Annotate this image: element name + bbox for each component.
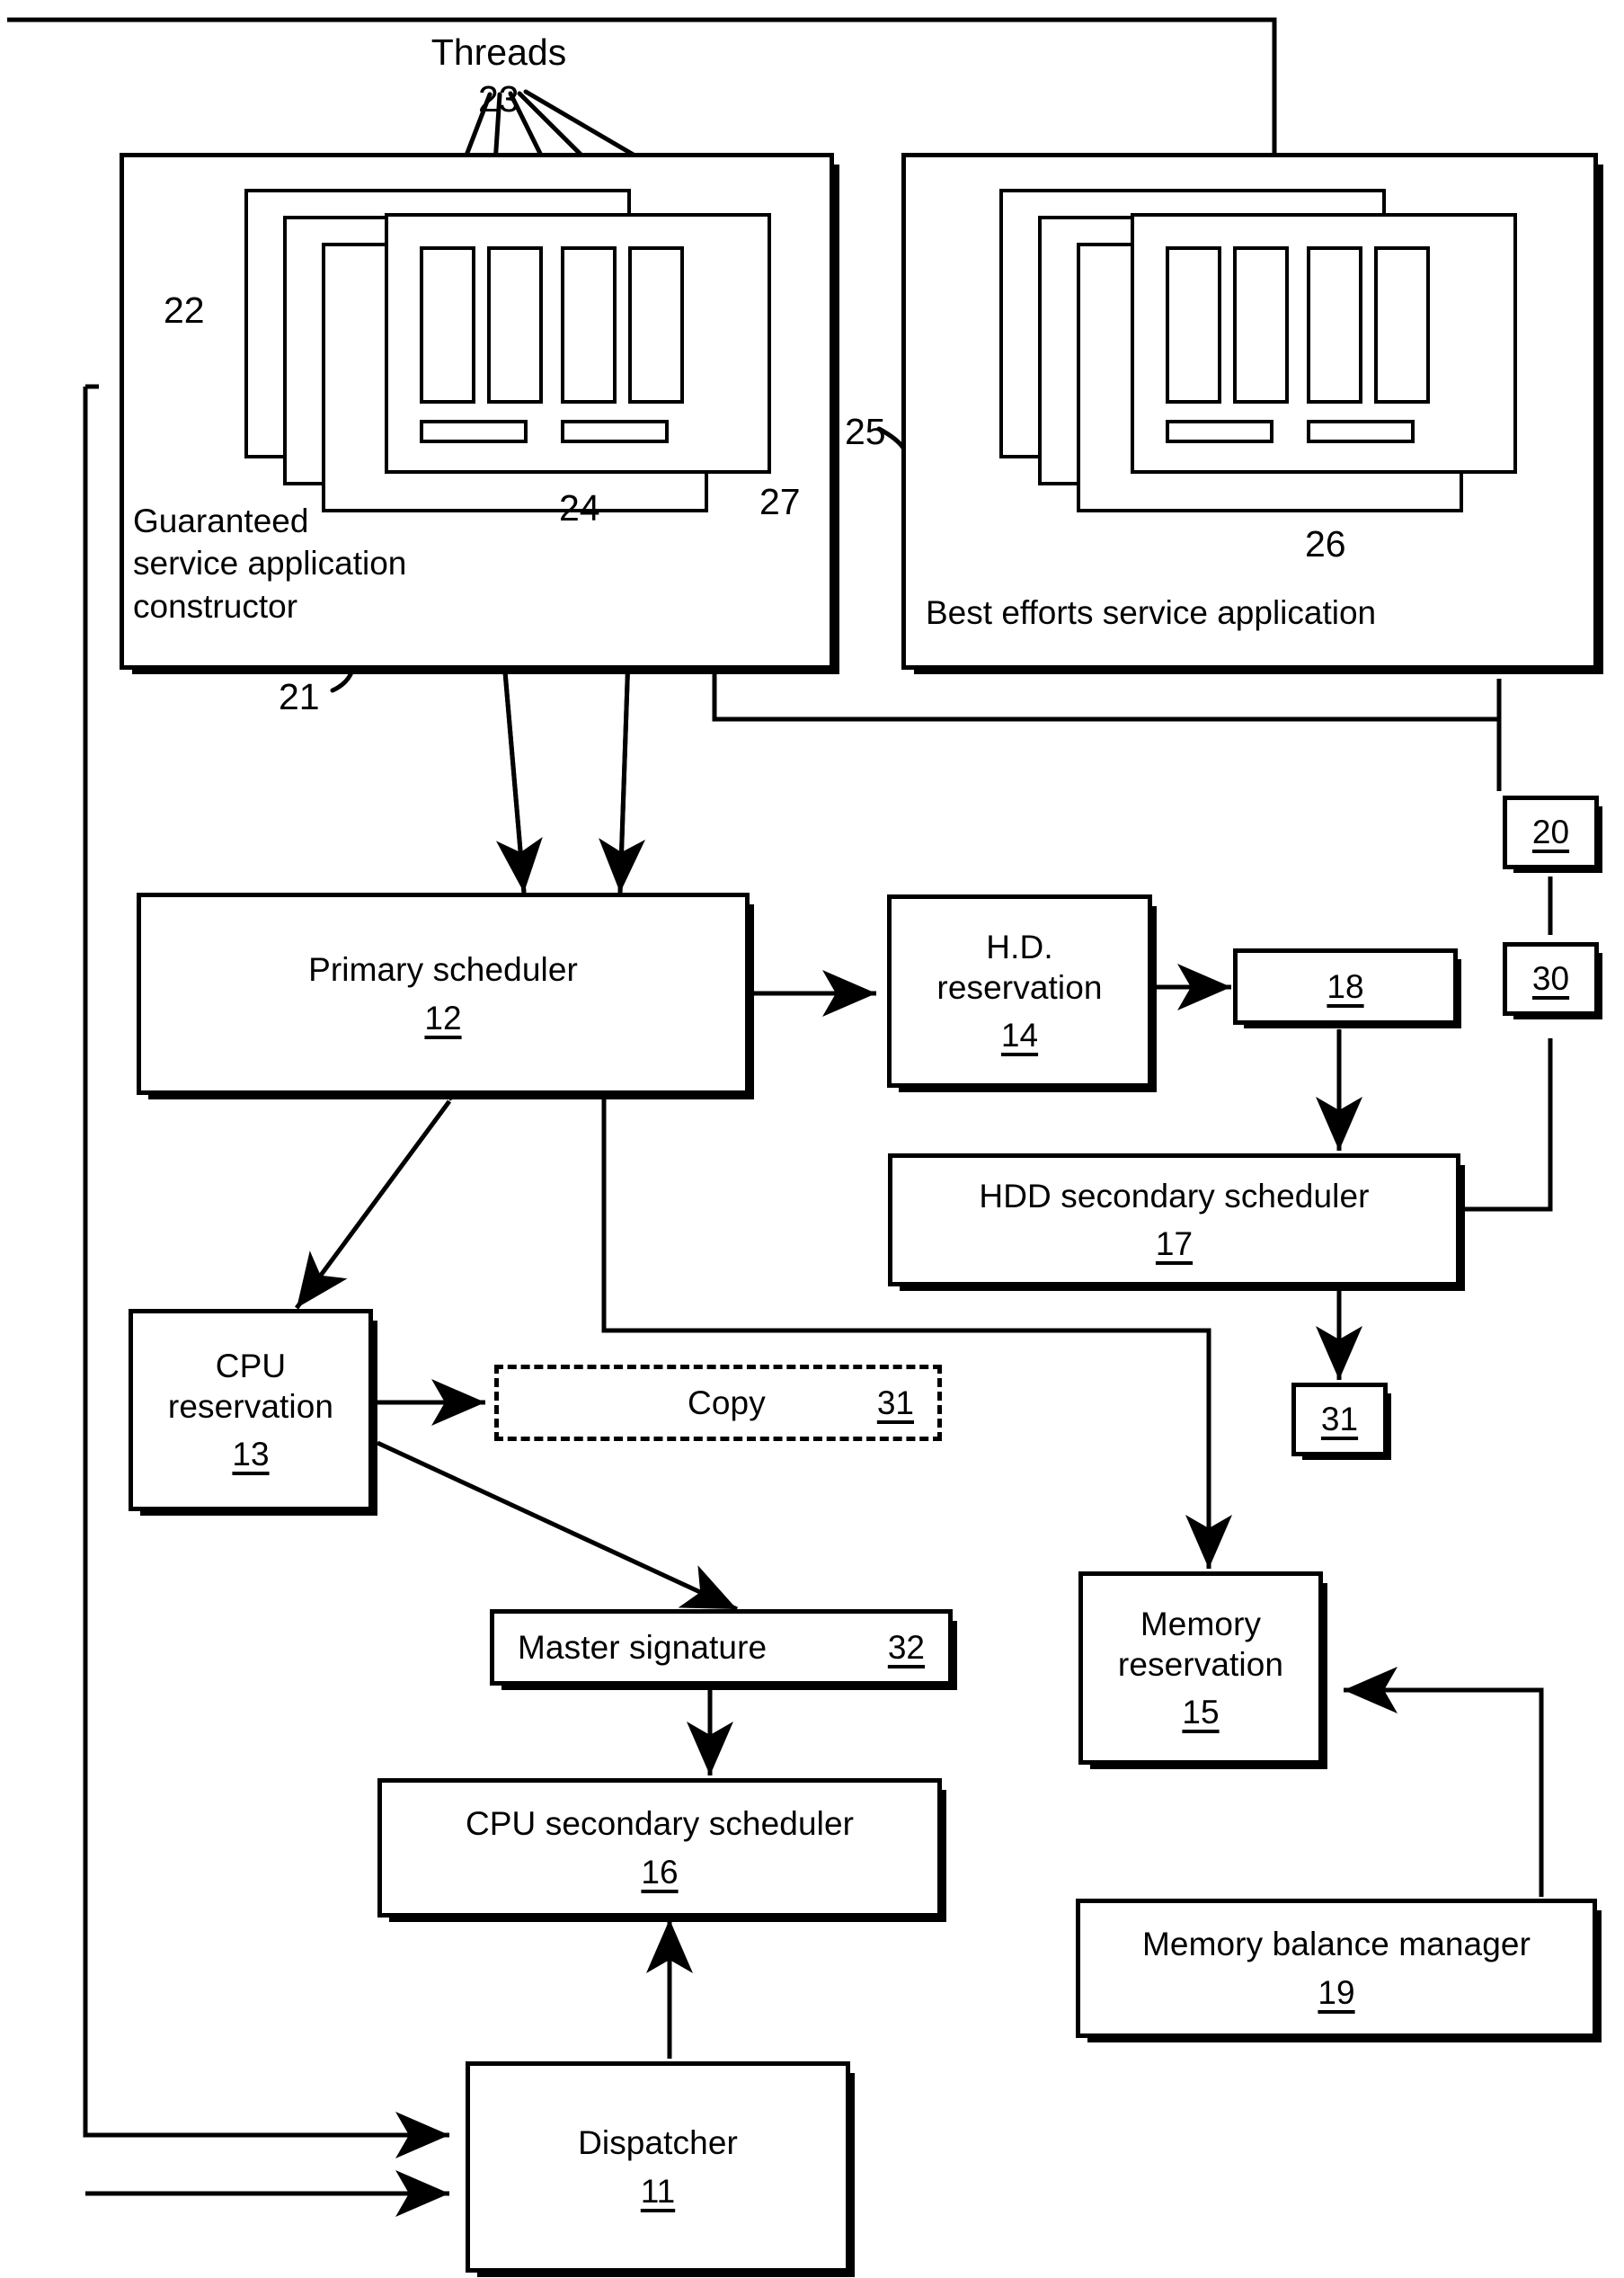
node-20[interactable]: 20 — [1503, 796, 1599, 869]
gsa-app-card-1 — [385, 213, 771, 474]
best-efforts-label-text: Best efforts service application — [926, 594, 1377, 631]
gsa-label-line1: Guaranteed — [133, 503, 309, 539]
bes-app-card-1 — [1131, 213, 1517, 474]
hd-reservation-ref: 14 — [1000, 1017, 1039, 1054]
bes-thread-column — [1374, 246, 1430, 404]
node-cpu-reservation[interactable]: CPU reservation 13 — [129, 1309, 373, 1511]
copy-ref: 31 — [876, 1384, 914, 1421]
best-efforts-label: Best efforts service application — [926, 592, 1555, 634]
ref-24: 24 — [559, 490, 600, 527]
cpu-reservation-title-line1: CPU — [215, 1347, 287, 1384]
ref-27: 27 — [759, 484, 801, 521]
node-18[interactable]: 18 — [1233, 948, 1458, 1025]
bes-thread-column — [1233, 246, 1289, 404]
dispatcher-title: Dispatcher — [578, 2124, 738, 2162]
primary-scheduler-ref: 12 — [424, 999, 462, 1037]
node-18-ref: 18 — [1327, 967, 1364, 1005]
node-31-right[interactable]: 31 — [1291, 1383, 1388, 1456]
hdd-secondary-scheduler-title: HDD secondary scheduler — [979, 1177, 1370, 1215]
node-hdd-secondary-scheduler[interactable]: HDD secondary scheduler 17 — [888, 1153, 1460, 1286]
copy-title: Copy — [688, 1384, 766, 1421]
node-master-signature[interactable]: Master signature 32 — [490, 1609, 953, 1686]
ref-27-text: 27 — [759, 481, 801, 522]
ref-21: 21 — [279, 679, 320, 716]
node-memory-reservation[interactable]: Memory reservation 15 — [1078, 1571, 1323, 1765]
memory-reservation-title-line1: Memory — [1140, 1605, 1262, 1642]
cpu-reservation-title-line2: reservation — [167, 1387, 334, 1425]
memory-balance-manager-title: Memory balance manager — [1141, 1926, 1531, 1963]
patent-figure: Guaranteed service application constructor… — [0, 0, 1624, 2278]
dispatcher-ref: 11 — [640, 2172, 676, 2210]
gsa-status-bar — [561, 420, 669, 443]
gsa-thread-column — [561, 246, 617, 404]
ref-21-text: 21 — [279, 676, 320, 717]
hd-reservation-title-line1: H.D. — [986, 928, 1053, 965]
node-dispatcher[interactable]: Dispatcher 11 — [466, 2061, 850, 2273]
memory-reservation-title-line2: reservation — [1117, 1645, 1284, 1683]
memory-reservation-ref: 15 — [1182, 1694, 1220, 1731]
gsa-thread-column — [420, 246, 475, 404]
bes-status-bar — [1307, 420, 1415, 443]
ref-26-text: 26 — [1305, 523, 1346, 565]
ref-22-text: 22 — [164, 289, 205, 331]
primary-scheduler-title: Primary scheduler — [308, 951, 578, 989]
gsa-label-line2: service application — [133, 545, 407, 583]
gsa-label-line3: constructor — [133, 587, 298, 625]
memory-balance-manager-ref: 19 — [1318, 1973, 1355, 2011]
gsa-status-bar — [420, 420, 528, 443]
node-30-ref: 30 — [1531, 960, 1570, 998]
master-signature-ref: 32 — [887, 1628, 925, 1666]
hdd-secondary-scheduler-ref: 17 — [1155, 1225, 1194, 1262]
node-primary-scheduler[interactable]: Primary scheduler 12 — [137, 893, 750, 1095]
ref-23-text: 23 — [478, 78, 519, 120]
node-20-ref: 20 — [1531, 814, 1570, 851]
node-copy[interactable]: Copy 31 — [494, 1365, 942, 1441]
gsa-thread-column — [487, 246, 543, 404]
node-30[interactable]: 30 — [1503, 942, 1599, 1016]
ref-25-text: 25 — [845, 411, 886, 452]
bes-status-bar — [1166, 420, 1273, 443]
threads-label: Threads — [395, 31, 602, 74]
cpu-secondary-scheduler-title: CPU secondary scheduler — [465, 1805, 855, 1843]
ref-22: 22 — [164, 292, 205, 329]
cpu-secondary-scheduler-ref: 16 — [641, 1853, 679, 1891]
threads-text: Threads — [430, 31, 567, 73]
ref-24-text: 24 — [559, 487, 600, 529]
hd-reservation-title-line2: reservation — [936, 968, 1103, 1006]
master-signature-title: Master signature — [518, 1628, 768, 1666]
node-memory-balance-manager[interactable]: Memory balance manager 19 — [1076, 1899, 1597, 2038]
node-hd-reservation[interactable]: H.D. reservation 14 — [887, 894, 1152, 1088]
ref-26: 26 — [1305, 526, 1346, 563]
bes-thread-column — [1307, 246, 1362, 404]
node-cpu-secondary-scheduler[interactable]: CPU secondary scheduler 16 — [377, 1778, 942, 1918]
ref-25: 25 — [845, 414, 886, 450]
cpu-reservation-ref: 13 — [232, 1436, 270, 1473]
ref-23: 23 — [478, 81, 519, 118]
gsa-constructor-label: Guaranteed service application constructor — [133, 500, 519, 627]
gsa-thread-column — [628, 246, 684, 404]
node-31-right-ref: 31 — [1320, 1401, 1359, 1438]
bes-thread-column — [1166, 246, 1221, 404]
